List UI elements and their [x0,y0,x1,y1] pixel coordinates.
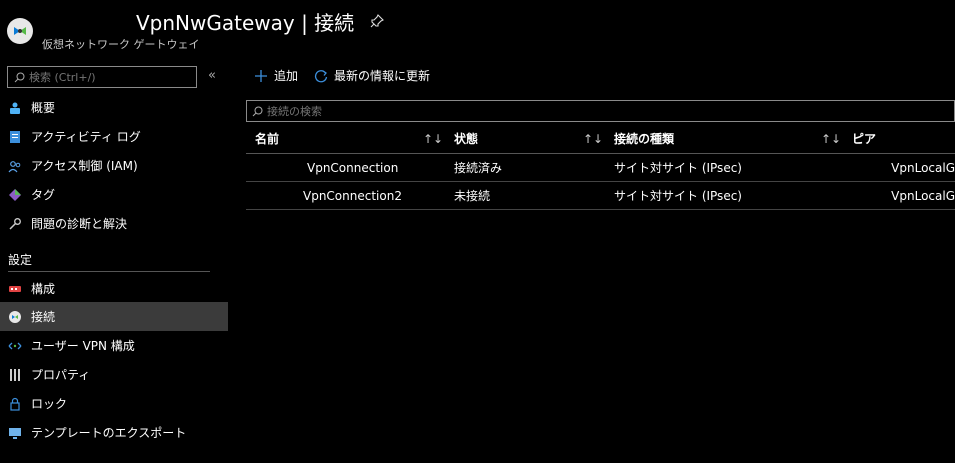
wrench-icon [9,217,21,230]
sidebar-item-export-template[interactable]: テンプレートのエクスポート [0,418,228,447]
type-cell: サイト対サイト (IPsec) [614,189,742,203]
sidebar-item-tags[interactable]: タグ [0,180,228,209]
sidebar-item-connections[interactable]: 接続 [0,302,228,331]
vpn-gateway-icon [7,18,33,44]
table-header: 名前 ↑↓ 状態 ↑↓ 接続の種類 ↑↓ ピア [246,124,955,154]
overview-icon [10,102,20,114]
sidebar-item-overview[interactable]: 概要 [0,93,228,122]
connections-table: 名前 ↑↓ 状態 ↑↓ 接続の種類 ↑↓ ピア VpnConnection 接続… [246,124,955,210]
status-cell: 未接続 [454,189,491,203]
sidebar-search-input[interactable] [29,70,189,84]
sidebar-item-iam[interactable]: アクセス制御 (IAM) [0,151,228,180]
type-cell: サイト対サイト (IPsec) [614,161,742,175]
sidebar-item-configuration[interactable]: 構成 [0,274,228,303]
redacted-text [255,160,307,175]
config-icon [9,285,21,292]
peer-cell[interactable]: VpnLocalG [852,154,955,181]
section-label-settings: 設定 [8,253,33,267]
column-header-peer[interactable]: ピア [852,124,876,153]
connection-name-cell[interactable]: VpnConnection2 [255,182,402,209]
connection-search-input[interactable] [267,104,867,118]
pin-icon[interactable] [370,14,384,28]
redacted-text [852,188,892,203]
sidebar-item-diagnose[interactable]: 問題の診断と解決 [0,209,228,238]
export-template-icon [9,427,21,439]
tag-icon [9,188,21,201]
user-vpn-icon [8,342,22,349]
status-cell: 接続済み [454,161,503,175]
search-icon [252,106,263,116]
lock-icon [10,397,20,411]
column-header-status[interactable]: 状態 [454,124,478,153]
page-title: VpnNwGateway | 接続 [42,7,354,36]
peer-cell[interactable]: VpnLocalG [852,182,955,209]
refresh-button[interactable]: 最新の情報に更新 [314,67,430,84]
refresh-icon [314,69,328,82]
sidebar: « 概要 アクティビティ ログ アクセス制御 (IAM) タグ 問題の診断と解決… [0,62,228,463]
sort-icon[interactable]: ↑↓ [583,132,603,146]
page-header: VpnNwGateway | 接続 仮想ネットワーク ゲートウェイ [0,0,955,58]
redacted-text [255,188,303,203]
connection-filter[interactable] [246,100,955,122]
connection-name-cell[interactable]: VpnConnection [255,154,398,181]
connection-icon [9,310,21,323]
add-button[interactable]: 追加 [254,67,298,84]
iam-icon [8,160,21,172]
main-content: 追加 最新の情報に更新 名前 ↑↓ 状態 ↑↓ 接続の種類 ↑↓ ピア VpnC… [246,62,955,463]
column-header-name[interactable]: 名前 [255,124,279,153]
collapse-sidebar-button[interactable]: « [208,68,216,83]
redacted-text [42,14,136,35]
table-row[interactable]: VpnConnection2 未接続 サイト対サイト (IPsec) VpnLo… [246,182,955,210]
table-row[interactable]: VpnConnection 接続済み サイト対サイト (IPsec) VpnLo… [246,154,955,182]
plus-icon [255,69,267,82]
sidebar-item-user-vpn[interactable]: ユーザー VPN 構成 [0,331,228,360]
page-subtitle: 仮想ネットワーク ゲートウェイ [42,38,200,51]
column-header-type[interactable]: 接続の種類 [614,124,674,153]
sort-icon[interactable]: ↑↓ [423,132,443,146]
sort-icon[interactable]: ↑↓ [821,132,841,146]
section-divider [8,271,210,272]
activity-log-icon [10,130,20,143]
sidebar-item-activity-log[interactable]: アクティビティ ログ [0,122,228,151]
toolbar: 追加 最新の情報に更新 [254,67,446,84]
properties-icon [10,368,20,381]
sidebar-item-locks[interactable]: ロック [0,389,228,418]
sidebar-search[interactable] [7,66,197,88]
redacted-text [852,160,892,175]
search-icon [14,72,25,82]
sidebar-item-properties[interactable]: プロパティ [0,360,228,389]
